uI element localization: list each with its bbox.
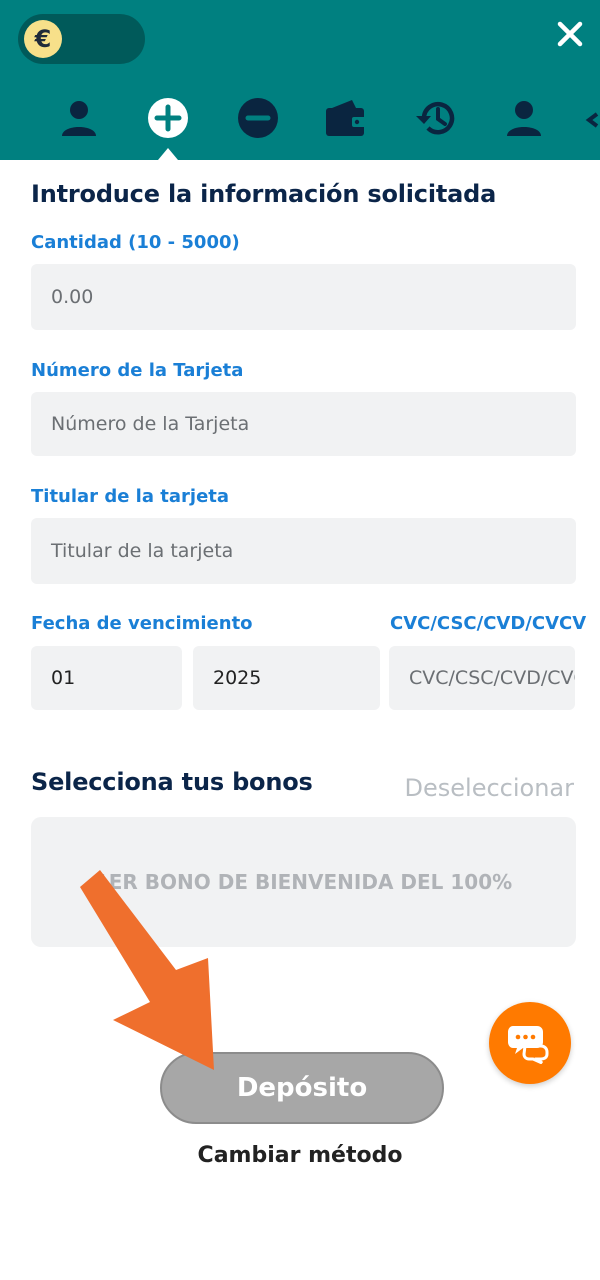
tab-bar: [0, 94, 600, 160]
tab-history[interactable]: [412, 94, 460, 142]
amount-label: Cantidad (10 - 5000): [31, 232, 240, 253]
cvc-input[interactable]: CVC/CSC/CVD/CVCV: [389, 646, 575, 710]
deposit-form: Introduce la información solicitada Cant…: [0, 160, 600, 1280]
expiry-year-select[interactable]: 2025: [193, 646, 380, 710]
expiry-month-value: 01: [51, 667, 76, 689]
cvc-label: CVC/CSC/CVD/CVCV: [390, 613, 587, 634]
tab-account[interactable]: [500, 94, 548, 142]
card-number-placeholder: Número de la Tarjeta: [51, 413, 250, 435]
deselect-link[interactable]: Deseleccionar: [405, 774, 574, 802]
chat-button[interactable]: [489, 1002, 571, 1084]
active-tab-indicator: [158, 148, 178, 160]
tab-wallet[interactable]: [322, 94, 370, 142]
card-number-input[interactable]: Número de la Tarjeta: [31, 392, 576, 456]
tab-profile[interactable]: [55, 94, 103, 142]
currency-toggle[interactable]: €: [18, 14, 145, 64]
card-holder-label: Titular de la tarjeta: [31, 486, 230, 507]
close-button[interactable]: [552, 16, 588, 52]
bonus-option-label: 1ER BONO DE BIENVENIDA DEL 100%: [94, 870, 513, 894]
partial-icon: [585, 112, 599, 128]
card-number-label: Número de la Tarjeta: [31, 360, 244, 381]
bonus-title: Selecciona tus bonos: [31, 768, 313, 796]
history-icon: [416, 101, 455, 135]
euro-icon: €: [24, 20, 62, 58]
card-holder-input[interactable]: Titular de la tarjeta: [31, 518, 576, 584]
wallet-icon: [326, 100, 366, 136]
expiry-year-value: 2025: [213, 667, 262, 689]
amount-input[interactable]: 0.00: [31, 264, 576, 330]
close-icon: [557, 21, 583, 47]
user-icon: [507, 101, 541, 136]
header-bar: €: [0, 0, 600, 160]
plus-circle-icon: [148, 98, 188, 138]
card-holder-placeholder: Titular de la tarjeta: [51, 540, 234, 562]
bonus-option[interactable]: 1ER BONO DE BIENVENIDA DEL 100%: [31, 817, 576, 947]
cvc-placeholder: CVC/CSC/CVD/CVCV: [409, 667, 575, 689]
change-method-link[interactable]: Cambiar método: [0, 1143, 600, 1168]
expiry-label: Fecha de vencimiento: [31, 613, 253, 634]
user-icon: [62, 101, 96, 136]
amount-placeholder: 0.00: [51, 286, 94, 308]
chat-icon: [508, 1026, 549, 1064]
deposit-button[interactable]: Depósito: [160, 1052, 444, 1124]
expiry-month-select[interactable]: 01: [31, 646, 182, 710]
tab-deposit[interactable]: [144, 94, 192, 142]
tab-more-partial[interactable]: [585, 94, 600, 142]
tab-withdraw[interactable]: [234, 94, 282, 142]
minus-circle-icon: [238, 98, 278, 138]
form-title: Introduce la información solicitada: [31, 180, 497, 208]
